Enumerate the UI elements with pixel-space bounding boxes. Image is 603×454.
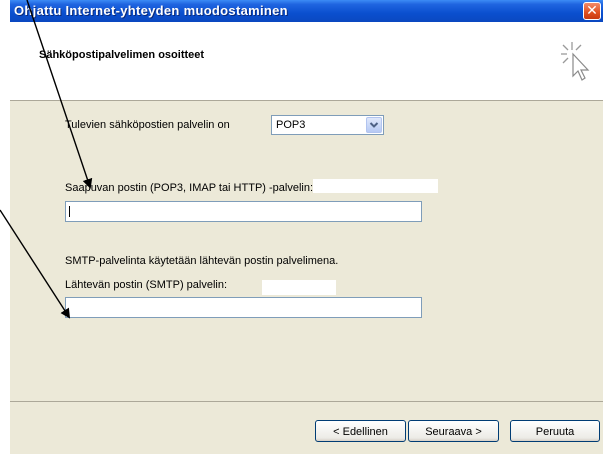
incoming-server-label: Saapuvan postin (POP3, IMAP tai HTTP) -p… (65, 182, 314, 194)
outgoing-server-label: Lähtevän postin (SMTP) palvelin: (65, 279, 228, 291)
dropdown-button[interactable] (366, 117, 382, 133)
redaction-box (262, 280, 336, 295)
incoming-server-input[interactable] (65, 201, 422, 222)
back-button[interactable]: < Edellinen (315, 420, 406, 442)
incoming-type-label: Tulevien sähköpostien palvelin on (65, 119, 230, 131)
title-bar[interactable]: Ohjattu Internet-yhteyden muodostaminen … (10, 0, 603, 22)
next-button[interactable]: Seuraava > (408, 420, 499, 442)
close-button[interactable]: ✕ (583, 2, 601, 20)
text-caret (69, 206, 70, 217)
smtp-info-text: SMTP-palvelinta käytetään lähtevän posti… (65, 255, 339, 267)
wizard-header: Sähköpostipalvelimen osoitteet (10, 22, 603, 101)
outgoing-server-input[interactable] (65, 297, 422, 318)
incoming-server-type-value: POP3 (276, 119, 306, 131)
redaction-box (313, 179, 438, 193)
cancel-button[interactable]: Peruuta (510, 420, 600, 442)
wizard-wand-icon (561, 42, 590, 81)
window-title: Ohjattu Internet-yhteyden muodostaminen (14, 3, 288, 18)
wizard-window: Ohjattu Internet-yhteyden muodostaminen … (10, 0, 603, 454)
incoming-server-type-select[interactable]: POP3 (271, 115, 384, 135)
chevron-down-icon (369, 122, 379, 128)
page-title: Sähköpostipalvelimen osoitteet (39, 49, 205, 61)
footer-divider (10, 401, 603, 402)
